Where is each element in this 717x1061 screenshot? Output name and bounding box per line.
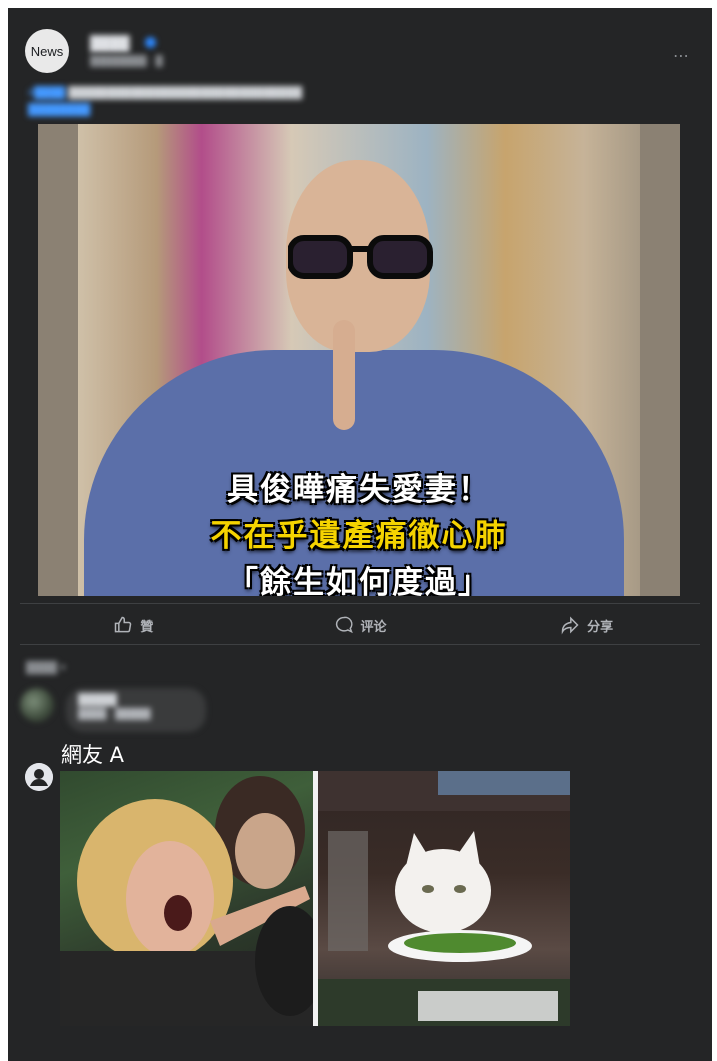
meme-right-panel [318,771,570,1026]
thumbs-up-icon [115,616,132,633]
comment-bubble-icon [335,616,353,634]
avatar-text: News [30,43,64,59]
comment-button[interactable]: 评论 [247,605,474,645]
image-headline-1: 具俊曄痛失愛妻！ [227,472,491,508]
meme-left-panel [60,771,313,1026]
caption-hashtag[interactable]: #████ [28,87,65,99]
comment-sort-dropdown[interactable]: ████ ▾ [26,661,66,674]
page-avatar[interactable]: News [25,29,69,73]
verified-badge-icon [145,37,156,48]
meme-left-figures [60,776,313,1026]
comment-meme-image[interactable] [60,771,570,1026]
share-button[interactable]: 分享 [473,605,700,645]
finger-on-lips [333,320,355,430]
post-card: News ████ ████████ · █ ⋯ #████ █████████… [8,8,712,1061]
comment-text: ████ · █████ [78,709,151,720]
divider-top [20,603,700,604]
post-image[interactable]: 具俊曄痛失愛妻！ 不在乎遺產痛徹心肺 「餘生如何度過」 [38,124,680,596]
caption-text-2[interactable]: ████████ [28,104,90,116]
user-avatar-icon[interactable] [25,763,53,791]
image-headline-2: 不在乎遺產痛徹心肺 [210,518,508,554]
like-label: 贊 [140,619,154,635]
share-label: 分享 [587,619,614,635]
share-arrow-icon [561,616,579,635]
image-headline-3: 「餘生如何度過」 [227,565,491,596]
divider-bottom [20,644,700,645]
sunglasses-shape [288,235,433,279]
comment-bubble: █████ ████ · █████ [66,688,206,732]
commenter-name-2[interactable]: 網友 A [61,739,124,769]
post-actions: 贊 评论 分享 [20,605,700,645]
post-caption: #████ ██████████████████████████████ ███… [28,85,648,119]
post-timestamp[interactable]: ████████ · █ [90,56,163,67]
caption-text: ██████████████████████████████ [68,87,303,99]
meme-right-cat [318,771,570,1026]
like-button[interactable]: 贊 [20,605,247,645]
commenter-avatar[interactable] [20,688,54,722]
comment-label: 评论 [360,619,387,635]
page-name[interactable]: ████ [90,35,130,51]
person-silhouette-icon [25,763,53,791]
more-options-icon[interactable]: ⋯ [673,46,690,66]
commenter-name[interactable]: █████ [78,694,194,706]
